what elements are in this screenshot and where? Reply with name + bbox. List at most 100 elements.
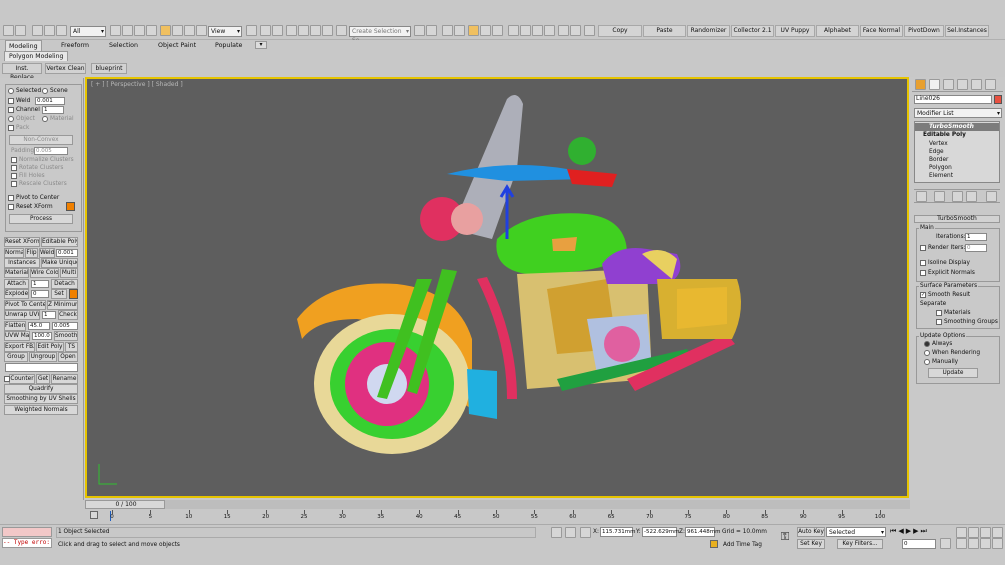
- stack-item-turbosmooth[interactable]: TurboSmooth: [915, 123, 999, 131]
- attach-button[interactable]: Attach: [4, 279, 29, 289]
- rescale-checkbox[interactable]: [11, 181, 17, 187]
- tab-populate[interactable]: Populate: [215, 41, 242, 50]
- paste-script-button[interactable]: Paste: [643, 25, 686, 37]
- z-coordinate-field[interactable]: 961.448mm: [685, 527, 720, 537]
- ts-button[interactable]: TS: [65, 342, 78, 352]
- set-key-mode-icon[interactable]: ⚿: [776, 529, 794, 547]
- ribbon-options-icon[interactable]: ▾: [255, 41, 267, 49]
- uv-puppy-script-button[interactable]: UV Puppy: [775, 25, 815, 37]
- explicit-normals-checkbox[interactable]: [920, 270, 926, 276]
- object-name-field[interactable]: Line026: [914, 95, 992, 104]
- weld-checkbox[interactable]: [8, 98, 14, 104]
- rendered-frame-window-icon[interactable]: [532, 25, 543, 36]
- ungroup-button[interactable]: Ungroup: [29, 352, 57, 362]
- reset-xform-button[interactable]: Reset XForm: [4, 237, 40, 247]
- weighted-normals-button[interactable]: Weighted Normals: [4, 405, 78, 415]
- auto-key-button[interactable]: Auto Key: [797, 527, 825, 537]
- smooth-button[interactable]: Smooth: [54, 331, 78, 341]
- bind-space-warp-icon[interactable]: [56, 25, 67, 36]
- percent-snap-icon[interactable]: [310, 25, 321, 36]
- z-minimum-button[interactable]: Z Minimum: [47, 300, 78, 310]
- absolute-mode-icon[interactable]: [580, 527, 591, 538]
- material-editor-icon[interactable]: [508, 25, 519, 36]
- randomizer-script-button[interactable]: Randomizer: [687, 25, 730, 37]
- stack-item-edge[interactable]: Edge: [929, 149, 944, 156]
- uvw-map-button[interactable]: UVW Map: [4, 331, 30, 341]
- zoom-extents-icon[interactable]: [980, 527, 991, 538]
- channel-checkbox[interactable]: [8, 107, 14, 113]
- pan-view-icon[interactable]: [968, 538, 979, 549]
- snaps-toggle-icon[interactable]: [286, 25, 297, 36]
- maxscript-listener-output[interactable]: -- Type erro:: [2, 538, 52, 548]
- modifier-list-dropdown[interactable]: Modifier List: [914, 108, 1002, 118]
- perspective-viewport[interactable]: [ + ] [ Perspective ] [ Shaded ]: [85, 77, 909, 498]
- undo-icon[interactable]: [3, 25, 14, 36]
- flip-button[interactable]: Flip: [25, 248, 38, 258]
- normalize-checkbox[interactable]: [11, 157, 17, 163]
- rectangle-region-icon[interactable]: [134, 25, 145, 36]
- instances-button[interactable]: Instances: [4, 258, 40, 268]
- key-filters-button[interactable]: Key Filters...: [837, 539, 883, 549]
- attach-field[interactable]: 1: [31, 280, 49, 288]
- edit-poly-button[interactable]: Edit Poly: [36, 342, 64, 352]
- collector-script-button[interactable]: Collector 2.1: [731, 25, 774, 37]
- render-iters-field[interactable]: 0: [965, 244, 987, 252]
- pivotdown-script-button[interactable]: PivotDown: [904, 25, 944, 37]
- set-button[interactable]: Set: [51, 289, 67, 299]
- spinner-snap-icon[interactable]: [322, 25, 333, 36]
- configure-sets-icon[interactable]: [986, 191, 997, 202]
- tab-freeform[interactable]: Freeform: [61, 41, 89, 50]
- motion-tab-icon[interactable]: [957, 79, 968, 90]
- previous-frame-icon[interactable]: ◀: [898, 527, 905, 535]
- stack-item-element[interactable]: Element: [929, 173, 953, 180]
- layer-manager-icon[interactable]: [442, 25, 453, 36]
- update-button[interactable]: Update: [928, 368, 978, 378]
- rename-button[interactable]: Rename: [51, 374, 78, 384]
- remove-modifier-icon[interactable]: [966, 191, 977, 202]
- named-selection-set-dropdown[interactable]: Create Selection Se: [349, 26, 411, 44]
- time-tag-icon[interactable]: [710, 540, 718, 548]
- iterations-field[interactable]: 1: [965, 233, 987, 241]
- lock-selection-icon[interactable]: [565, 527, 576, 538]
- scene-radio[interactable]: [42, 88, 48, 94]
- window-crossing-icon[interactable]: [146, 25, 157, 36]
- select-manipulate-icon[interactable]: [260, 25, 271, 36]
- group-button[interactable]: Group: [4, 352, 28, 362]
- reference-coordinate-dropdown[interactable]: View: [208, 26, 242, 37]
- normal-button[interactable]: Normal: [4, 248, 24, 258]
- add-time-tag[interactable]: Add Time Tag: [723, 542, 762, 549]
- materials-checkbox[interactable]: [936, 310, 942, 316]
- weld-value-field[interactable]: 0.001: [56, 249, 78, 257]
- rotate-icon[interactable]: [172, 25, 183, 36]
- y-coordinate-field[interactable]: -522.629mm: [642, 527, 679, 537]
- render-activeshade-icon[interactable]: [570, 25, 581, 36]
- selection-filter-dropdown[interactable]: All: [70, 26, 106, 37]
- object-color-swatch[interactable]: [994, 95, 1002, 104]
- stack-item-editable-poly[interactable]: Editable Poly: [923, 132, 966, 139]
- zoom-icon[interactable]: [956, 527, 967, 538]
- explode-field[interactable]: 0: [31, 290, 49, 298]
- hierarchy-tab-icon[interactable]: [943, 79, 954, 90]
- key-mode-dropdown[interactable]: Selected: [826, 527, 886, 537]
- display-tab-icon[interactable]: [971, 79, 982, 90]
- material-radio[interactable]: [42, 116, 48, 122]
- render-production-icon[interactable]: [544, 25, 555, 36]
- when-rendering-radio[interactable]: [924, 350, 930, 356]
- flatten-angle-field[interactable]: 45.0: [28, 322, 50, 330]
- select-object-icon[interactable]: [110, 25, 121, 36]
- check-button[interactable]: Check: [58, 310, 78, 320]
- align-icon[interactable]: [426, 25, 437, 36]
- edit-named-selection-icon[interactable]: [336, 25, 347, 36]
- non-convex-dropdown[interactable]: Non-Convex: [9, 135, 73, 145]
- copy-script-button[interactable]: Copy: [598, 25, 642, 37]
- scale-icon[interactable]: [184, 25, 195, 36]
- set-key-button[interactable]: Set Key: [797, 539, 825, 549]
- move-icon[interactable]: [160, 25, 171, 36]
- angle-snap-icon[interactable]: [298, 25, 309, 36]
- pack-checkbox[interactable]: [8, 125, 14, 131]
- reset-xform-checkbox[interactable]: [8, 204, 14, 210]
- play-icon[interactable]: ▶: [906, 527, 913, 535]
- field-of-view-icon[interactable]: [956, 538, 967, 549]
- always-radio[interactable]: [924, 341, 930, 347]
- manually-radio[interactable]: [924, 359, 930, 365]
